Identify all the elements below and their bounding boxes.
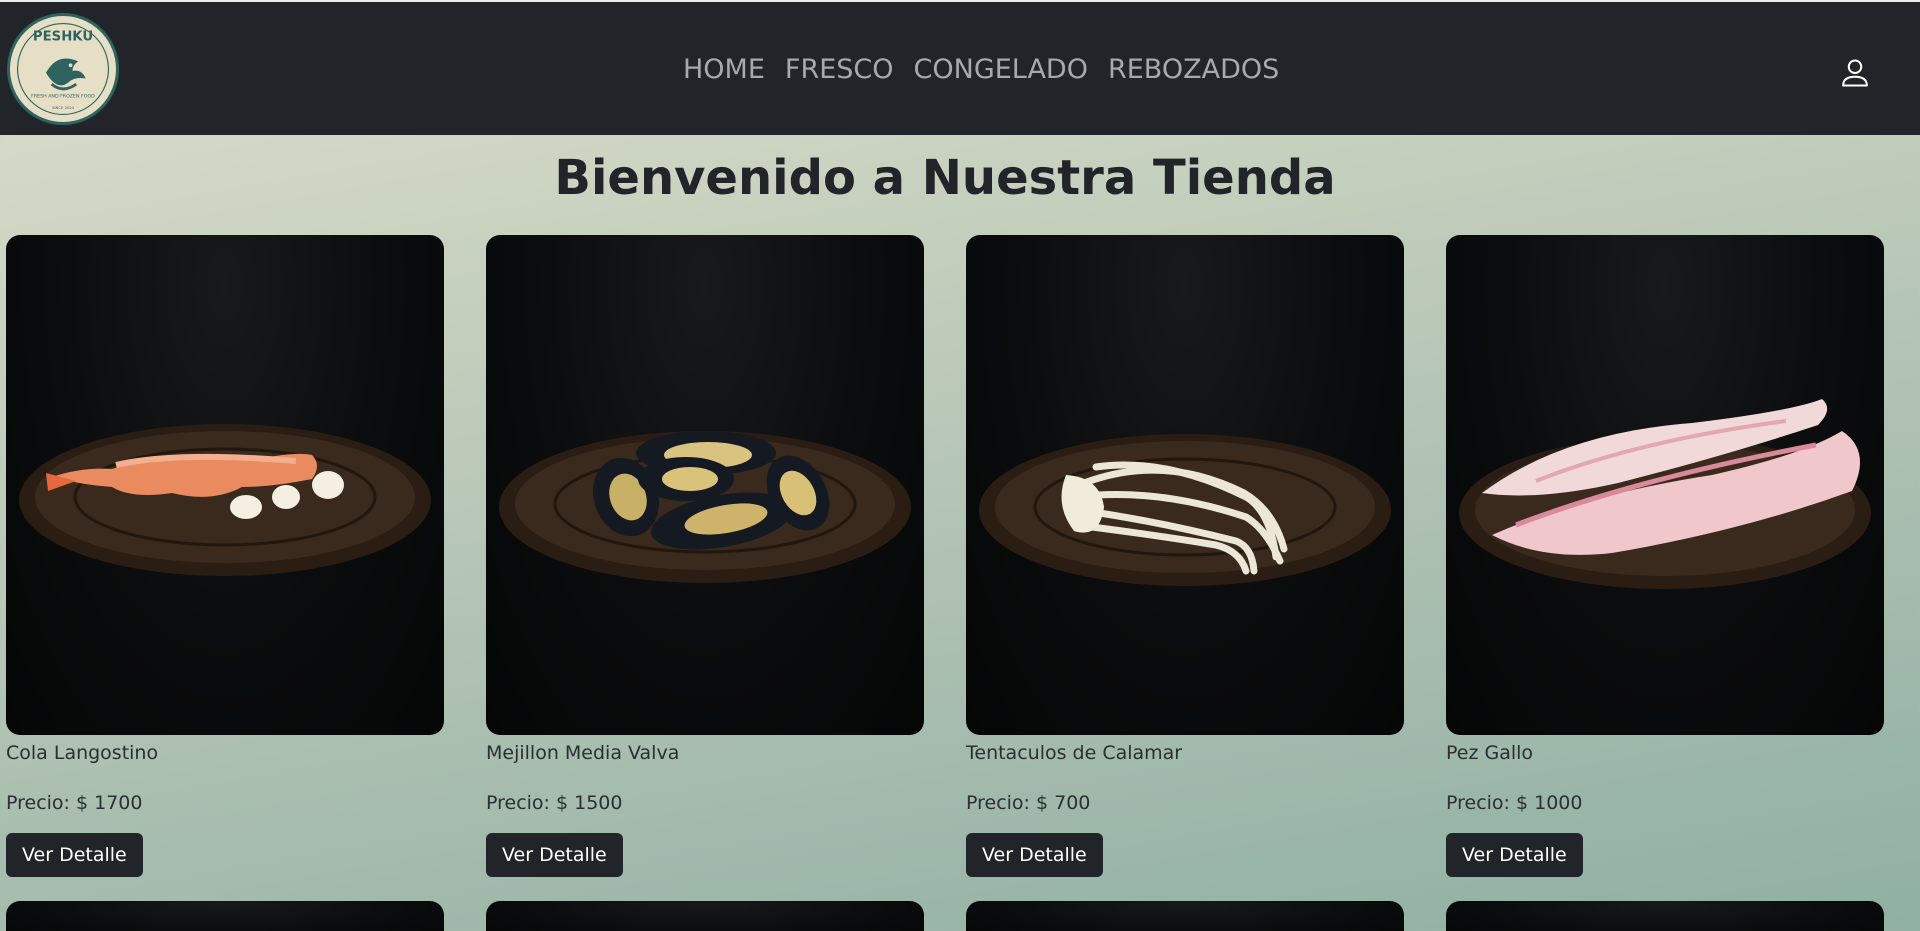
page-title: Bienvenido a Nuestra Tienda bbox=[554, 150, 1336, 206]
nav-link-congelado[interactable]: CONGELADO bbox=[914, 52, 1088, 88]
product-image-partial[interactable] bbox=[6, 901, 444, 931]
user-account-button[interactable] bbox=[1840, 58, 1870, 88]
product-card: Pez Gallo Precio: $ 1000 Ver Detalle bbox=[1446, 235, 1884, 877]
product-card: Cola Langostino Precio: $ 1700 Ver Detal… bbox=[6, 235, 444, 877]
product-image-partial[interactable] bbox=[1446, 901, 1884, 931]
fish-logo-icon: PESHKU FRESH AND FROZEN FOOD SINCE 2024 bbox=[17, 23, 109, 115]
product-card-partial bbox=[6, 901, 444, 931]
product-name: Tentaculos de Calamar bbox=[966, 742, 1183, 764]
product-card-partial bbox=[1446, 901, 1884, 931]
product-price: Precio: $ 1500 bbox=[486, 792, 623, 814]
shrimp-plate-image bbox=[19, 424, 431, 576]
view-detail-button[interactable]: Ver Detalle bbox=[6, 833, 143, 877]
brand-logo[interactable]: PESHKU FRESH AND FROZEN FOOD SINCE 2024 bbox=[7, 13, 119, 125]
product-card-partial bbox=[486, 901, 924, 931]
nav-link-home[interactable]: HOME bbox=[683, 52, 765, 88]
view-detail-button[interactable]: Ver Detalle bbox=[486, 833, 623, 877]
logo-tagline: FRESH AND FROZEN FOOD bbox=[31, 93, 95, 99]
product-name: Pez Gallo bbox=[1446, 742, 1534, 764]
fish-fillet-plate-image bbox=[1459, 399, 1871, 589]
squid-plate-image bbox=[979, 434, 1391, 586]
product-name: Cola Langostino bbox=[6, 742, 159, 764]
product-image-shrimp[interactable] bbox=[6, 235, 444, 735]
user-icon bbox=[1842, 59, 1868, 87]
product-image-mussels[interactable] bbox=[486, 235, 924, 735]
main-nav: HOME FRESCO CONGELADO REBOZADOS bbox=[683, 52, 1279, 88]
product-price: Precio: $ 1000 bbox=[1446, 792, 1583, 814]
product-price: Precio: $ 700 bbox=[966, 792, 1091, 814]
view-detail-button[interactable]: Ver Detalle bbox=[1446, 833, 1583, 877]
product-card: Mejillon Media Valva Precio: $ 1500 Ver … bbox=[486, 235, 924, 877]
product-image-partial[interactable] bbox=[486, 901, 924, 931]
navbar: PESHKU FRESH AND FROZEN FOOD SINCE 2024 … bbox=[0, 0, 1920, 135]
nav-link-fresco[interactable]: FRESCO bbox=[785, 52, 894, 88]
product-name: Mejillon Media Valva bbox=[486, 742, 680, 764]
product-card-partial bbox=[966, 901, 1404, 931]
product-card: Tentaculos de Calamar Precio: $ 700 Ver … bbox=[966, 235, 1404, 877]
view-detail-button[interactable]: Ver Detalle bbox=[966, 833, 1103, 877]
product-price: Precio: $ 1700 bbox=[6, 792, 143, 814]
product-image-partial[interactable] bbox=[966, 901, 1404, 931]
mussels-plate-image bbox=[499, 431, 911, 583]
logo-text: PESHKU bbox=[33, 30, 93, 45]
product-image-squid[interactable] bbox=[966, 235, 1404, 735]
nav-link-rebozados[interactable]: REBOZADOS bbox=[1108, 52, 1279, 88]
logo-since: SINCE 2024 bbox=[52, 105, 75, 110]
product-image-fish[interactable] bbox=[1446, 235, 1884, 735]
